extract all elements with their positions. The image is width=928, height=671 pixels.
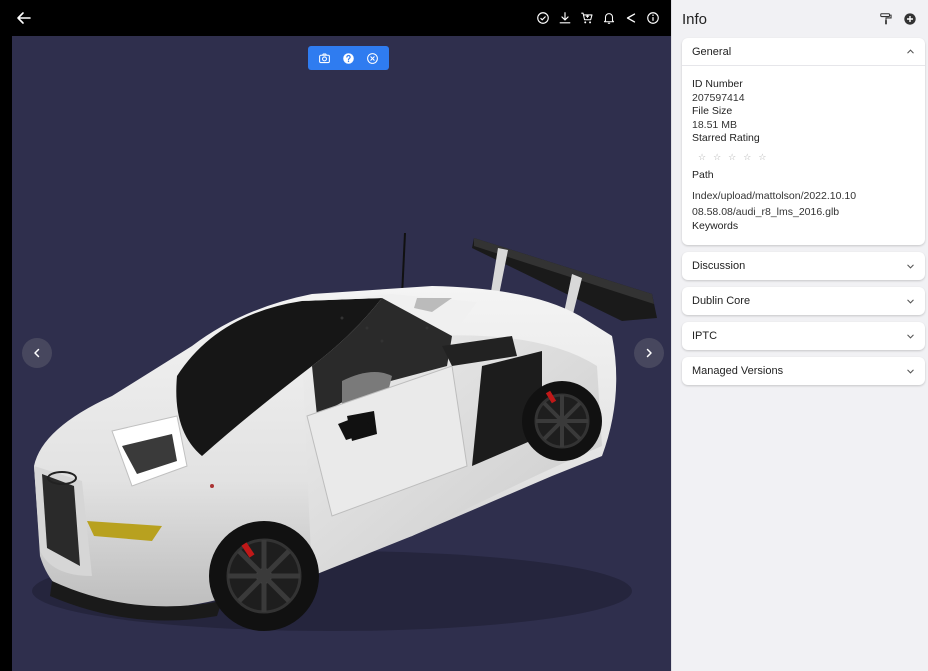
next-asset-button[interactable] (634, 338, 664, 368)
paint-roller-icon (880, 13, 892, 25)
discussion-section-header[interactable]: Discussion (682, 252, 925, 280)
path-label: Path (692, 168, 714, 181)
chevron-right-icon (646, 348, 652, 358)
starred-rating-label: Starred Rating (692, 132, 760, 145)
general-section-body: ID Number 207597414 File Size 18.51 MB S… (682, 66, 925, 245)
section-title: IPTC (692, 330, 718, 343)
general-section-header[interactable]: General (682, 38, 925, 66)
dublin-core-section: Dublin Core (682, 287, 925, 316)
format-button[interactable] (878, 11, 894, 27)
download-icon (559, 12, 571, 24)
path-value: Index/upload/mattolson/2022.10.10 08.58.… (692, 189, 857, 218)
managed-versions-section: Managed Versions (682, 357, 925, 386)
help-button[interactable] (340, 50, 356, 66)
keywords-label: Keywords (692, 219, 739, 232)
asset-viewer-app: Info General ID Number 207597414 File Si… (0, 0, 928, 671)
help-icon (343, 52, 354, 64)
chevron-down-icon (905, 296, 915, 306)
previous-asset-button[interactable] (22, 338, 52, 368)
chevron-down-icon (905, 366, 915, 376)
section-title: Discussion (692, 260, 746, 273)
id-number-label: ID Number (692, 78, 743, 90)
managed-versions-section-header[interactable]: Managed Versions (682, 357, 925, 385)
info-button[interactable] (645, 10, 661, 26)
star-rating: ☆ ☆ ☆ ☆ ☆ (692, 146, 915, 166)
info-icon (647, 12, 659, 24)
section-title: General (692, 45, 732, 58)
share-icon (626, 13, 636, 23)
general-section: General ID Number 207597414 File Size 18… (682, 38, 925, 246)
section-title: Dublin Core (692, 295, 751, 308)
panel-title: Info (682, 10, 708, 28)
chevron-down-icon (905, 261, 915, 271)
approve-button[interactable] (535, 10, 551, 26)
viewer-toolbar (535, 0, 661, 36)
close-model-button[interactable] (365, 50, 381, 66)
chevron-down-icon (905, 331, 915, 341)
cart-icon (581, 12, 593, 24)
camera-icon (318, 52, 330, 63)
viewer-topbar (0, 0, 671, 36)
discussion-section: Discussion (682, 252, 925, 281)
check-circle-icon (537, 12, 549, 24)
iptc-section: IPTC (682, 322, 925, 351)
star-icon[interactable]: ☆ (758, 152, 766, 162)
star-icon[interactable]: ☆ (713, 152, 721, 162)
add-circle-icon (904, 13, 916, 25)
screenshot-button[interactable] (316, 50, 332, 66)
star-icon[interactable]: ☆ (698, 152, 706, 162)
id-number-value: 207597414 (692, 91, 745, 104)
notifications-button[interactable] (601, 10, 617, 26)
iptc-section-header[interactable]: IPTC (682, 322, 925, 350)
panel-actions (878, 11, 918, 27)
close-circle-icon (367, 52, 379, 64)
model-toolbar (308, 46, 389, 70)
model-viewer (0, 0, 671, 671)
download-button[interactable] (557, 10, 573, 26)
share-button[interactable] (623, 10, 639, 26)
arrow-left-icon (17, 12, 31, 24)
file-size-label: File Size (692, 105, 733, 118)
add-to-cart-button[interactable] (579, 10, 595, 26)
car-model-render (32, 232, 657, 631)
chevron-up-icon (905, 47, 915, 57)
chevron-left-icon (34, 348, 40, 358)
add-button[interactable] (902, 11, 918, 27)
file-size-value: 18.51 MB (692, 118, 737, 131)
info-panel-header: Info (672, 0, 928, 38)
back-button[interactable] (14, 8, 34, 28)
star-icon[interactable]: ☆ (743, 152, 751, 162)
model-canvas[interactable] (12, 36, 671, 671)
star-icon[interactable]: ☆ (728, 152, 736, 162)
info-sections: General ID Number 207597414 File Size 18… (672, 38, 928, 386)
info-panel: Info General ID Number 207597414 File Si… (671, 0, 928, 671)
section-title: Managed Versions (692, 365, 784, 378)
dublin-core-section-header[interactable]: Dublin Core (682, 287, 925, 315)
bell-icon (603, 13, 615, 24)
